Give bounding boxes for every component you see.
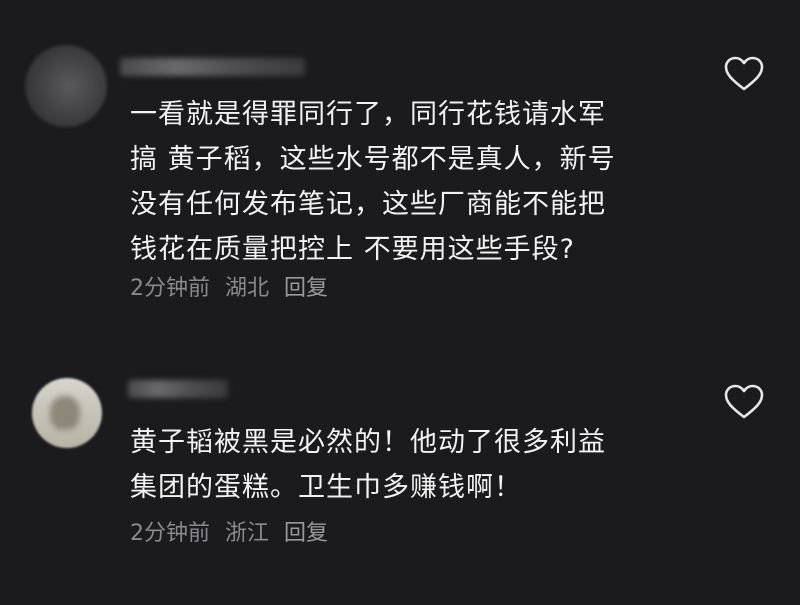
- heart-outline-icon[interactable]: [724, 384, 764, 420]
- comment-line: 钱花在质量把控上 不要用这些手段?: [130, 234, 575, 265]
- avatar[interactable]: [32, 378, 102, 448]
- username-blurred[interactable]: [128, 380, 228, 398]
- reply-button[interactable]: 回复: [284, 521, 328, 546]
- comment-line: 搞 黄子稻，这些水号都不是真人，新号: [130, 144, 616, 175]
- comment-line: 集团的蛋糕。卫生巾多赚钱啊！: [130, 472, 522, 503]
- reply-button[interactable]: 回复: [284, 276, 328, 301]
- comment-text: 黄子韬被黑是必然的！他动了很多利益 集团的蛋糕。卫生巾多赚钱啊！: [130, 420, 690, 510]
- comment-line: 没有任何发布笔记，这些厂商能不能把: [130, 189, 606, 220]
- comment-item: 一看就是得罪同行了，同行花钱请水军 搞 黄子稻，这些水号都不是真人，新号 没有任…: [0, 0, 800, 330]
- comment-time: 2分钟前: [130, 276, 210, 301]
- comment-line: 一看就是得罪同行了，同行花钱请水军: [130, 99, 606, 130]
- avatar-figure: [50, 396, 80, 430]
- comment-line: 黄子韬被黑是必然的！他动了很多利益: [130, 427, 606, 458]
- comment-meta: 2分钟前 浙江 回复: [130, 519, 336, 549]
- comment-location: 浙江: [225, 521, 270, 546]
- avatar[interactable]: [25, 45, 107, 127]
- username-blurred[interactable]: [120, 58, 305, 76]
- comment-text: 一看就是得罪同行了，同行花钱请水军 搞 黄子稻，这些水号都不是真人，新号 没有任…: [130, 92, 690, 272]
- comment-meta: 2分钟前 湖北 回复: [130, 274, 336, 304]
- comment-list: 一看就是得罪同行了，同行花钱请水军 搞 黄子稻，这些水号都不是真人，新号 没有任…: [0, 0, 800, 605]
- comment-time: 2分钟前: [130, 521, 210, 546]
- heart-outline-icon[interactable]: [724, 56, 764, 92]
- comment-location: 湖北: [225, 276, 270, 301]
